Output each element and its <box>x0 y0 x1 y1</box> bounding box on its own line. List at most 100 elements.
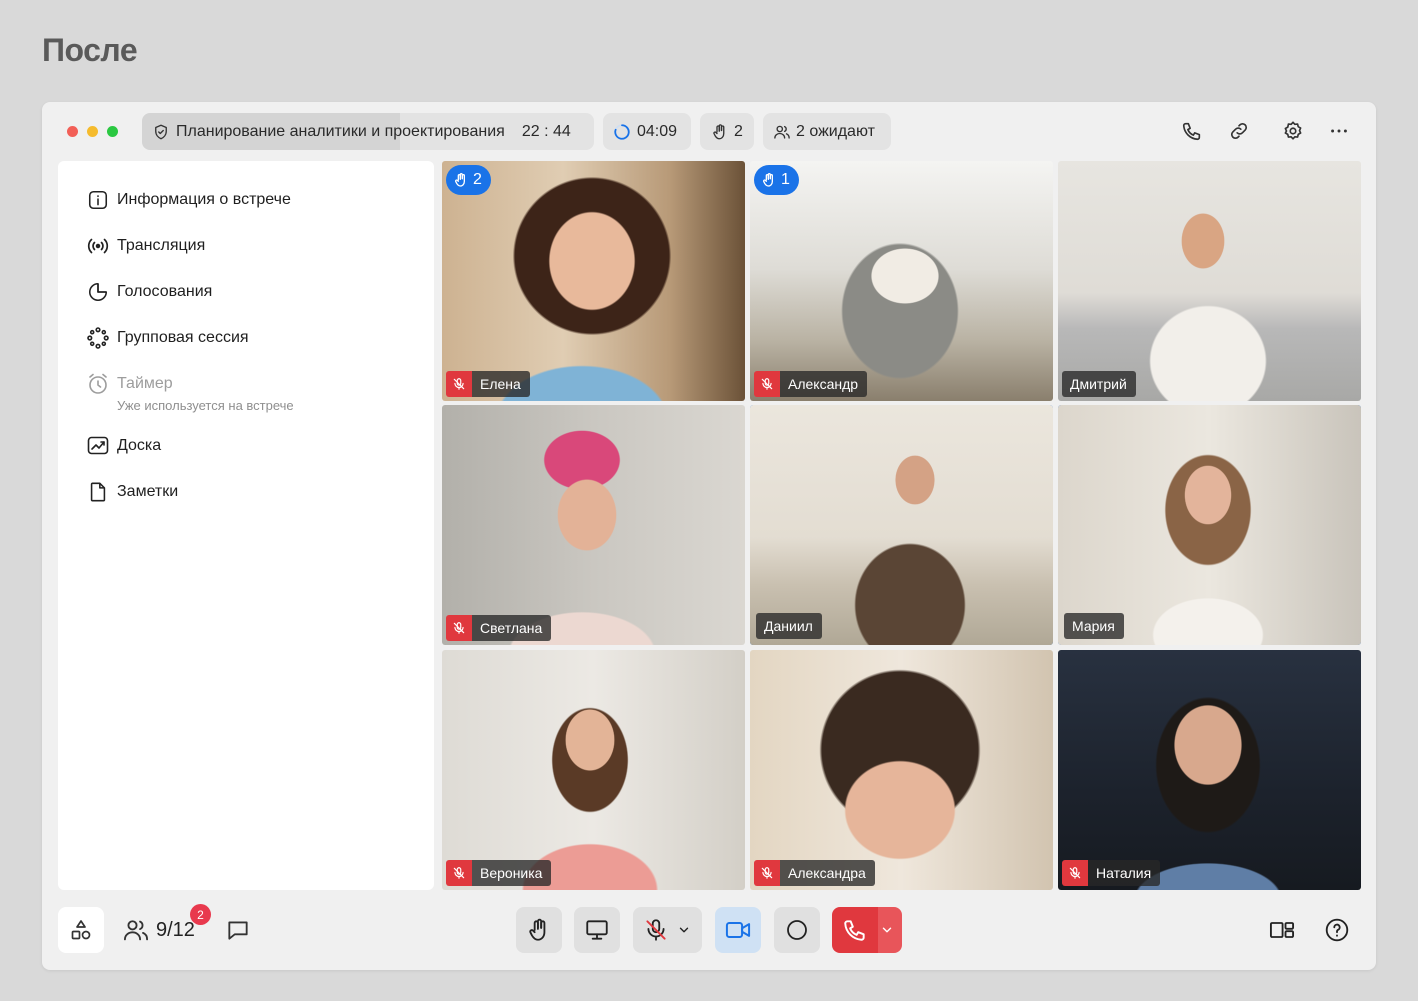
participants-button[interactable]: 9/12 2 <box>122 904 211 953</box>
participant-name: Александра <box>780 860 875 886</box>
timer-progress-icon <box>614 123 630 140</box>
apps-button[interactable] <box>58 907 104 953</box>
timer-pill[interactable]: 04:09 <box>603 113 691 150</box>
hangup-icon <box>844 920 865 941</box>
participant-name-tag: Вероника <box>446 860 552 886</box>
participants-notification-badge: 2 <box>190 904 211 925</box>
help-icon <box>1325 918 1349 942</box>
video-tile[interactable]: Светлана <box>442 405 745 645</box>
chat-button[interactable] <box>215 907 261 953</box>
camera-button[interactable] <box>715 907 761 953</box>
sidebar-item-polls[interactable]: Голосования <box>86 280 212 304</box>
sidebar-item-notes[interactable]: Заметки <box>86 480 178 504</box>
link-icon[interactable] <box>1227 119 1251 143</box>
video-feed <box>1058 405 1361 645</box>
meeting-window: Планирование аналитики и проектирования … <box>42 102 1376 970</box>
video-feed <box>1058 650 1361 890</box>
raised-hand-order: 1 <box>781 171 790 188</box>
video-tile[interactable]: Дмитрий <box>1058 161 1361 401</box>
participant-name-tag: Светлана <box>446 615 552 641</box>
video-tile[interactable]: Наталия <box>1058 650 1361 890</box>
participant-name: Дмитрий <box>1062 371 1136 397</box>
participant-name-tag: Александр <box>754 371 868 397</box>
video-feed <box>1058 161 1361 401</box>
waiting-room-pill[interactable]: 2 ожидают <box>763 113 891 150</box>
people-icon <box>123 920 149 941</box>
microphone-button[interactable] <box>633 907 702 953</box>
participant-name-tag: Александра <box>754 860 875 886</box>
mic-off-icon <box>446 371 472 397</box>
camera-icon <box>725 922 751 938</box>
raise-hand-icon <box>713 123 725 139</box>
mic-off-icon <box>446 615 472 641</box>
video-feed <box>750 405 1053 645</box>
phone-icon[interactable] <box>1180 119 1204 143</box>
mic-off-icon <box>446 860 472 886</box>
window-close-button[interactable] <box>67 126 78 137</box>
record-icon <box>787 920 807 940</box>
raised-hands-count: 2 <box>734 122 743 140</box>
record-button[interactable] <box>774 907 820 953</box>
raise-hand-button[interactable] <box>516 907 562 953</box>
timer-value: 04:09 <box>637 122 678 140</box>
video-tile[interactable]: 1 Александр <box>750 161 1053 401</box>
hangup-button[interactable] <box>832 907 902 953</box>
mic-off-icon <box>754 860 780 886</box>
video-feed <box>442 161 745 401</box>
sidebar-item-broadcast[interactable]: Трансляция <box>86 234 205 258</box>
participant-name-tag: Дмитрий <box>1062 371 1136 397</box>
mic-off-icon <box>1062 860 1088 886</box>
mic-off-icon <box>646 919 666 941</box>
title-bar: Планирование аналитики и проектирования … <box>42 102 1376 160</box>
people-icon <box>774 125 790 139</box>
window-minimize-button[interactable] <box>87 126 98 137</box>
raise-hand-icon <box>529 918 546 941</box>
participant-name: Мария <box>1064 613 1124 639</box>
sidebar-item-label: Групповая сессия <box>117 329 249 346</box>
participants-count: 9/12 <box>156 918 195 941</box>
sidebar-panel: Информация о встрече Трансляция Голосова… <box>58 161 434 890</box>
sidebar-item-timer: Таймер Уже используется на встрече <box>86 372 294 414</box>
video-tile-active-speaker[interactable]: Мария <box>1058 405 1361 645</box>
window-maximize-button[interactable] <box>107 126 118 137</box>
participant-name: Светлана <box>472 615 552 641</box>
gear-icon[interactable] <box>1281 119 1305 143</box>
video-feed <box>442 650 745 890</box>
participant-name: Вероника <box>472 860 552 886</box>
help-button[interactable] <box>1314 907 1360 953</box>
alarm-icon <box>86 372 110 396</box>
sidebar-item-group-session[interactable]: Групповая сессия <box>86 326 249 350</box>
more-icon[interactable] <box>1327 119 1351 143</box>
participant-name: Даниил <box>756 613 822 639</box>
sidebar-item-whiteboard[interactable]: Доска <box>86 434 161 458</box>
shield-check-icon <box>155 124 167 139</box>
video-feed <box>750 650 1053 890</box>
layout-icon <box>1269 922 1295 938</box>
video-tile[interactable]: Александра <box>750 650 1053 890</box>
sidebar-item-label: Таймер <box>117 375 173 392</box>
meeting-info-pill[interactable]: Планирование аналитики и проектирования … <box>142 113 594 150</box>
video-tile[interactable]: 2 Елена <box>442 161 745 401</box>
notes-icon <box>86 480 110 504</box>
chat-icon <box>228 921 248 940</box>
pie-chart-icon <box>86 280 110 304</box>
sidebar-item-label: Голосования <box>117 283 213 300</box>
participant-name-tag: Мария <box>1064 613 1124 639</box>
chevron-down-icon[interactable] <box>880 923 894 937</box>
group-session-icon <box>86 326 110 350</box>
video-feed <box>750 161 1053 401</box>
layout-button[interactable] <box>1259 907 1305 953</box>
screen-share-icon <box>586 920 608 940</box>
waiting-count: 2 ожидают <box>796 122 875 140</box>
video-tile-active-speaker[interactable]: Даниил <box>750 405 1053 645</box>
screen-share-button[interactable] <box>574 907 620 953</box>
sidebar-item-meeting-info[interactable]: Информация о встрече <box>86 188 291 212</box>
raised-hand-order: 2 <box>473 171 482 188</box>
raised-hands-pill[interactable]: 2 <box>700 113 754 150</box>
participant-name: Елена <box>472 371 530 397</box>
chevron-down-icon[interactable] <box>677 923 691 937</box>
raise-hand-icon <box>454 173 465 187</box>
sidebar-item-label: Доска <box>117 437 162 454</box>
info-icon <box>86 188 110 212</box>
video-tile[interactable]: Вероника <box>442 650 745 890</box>
